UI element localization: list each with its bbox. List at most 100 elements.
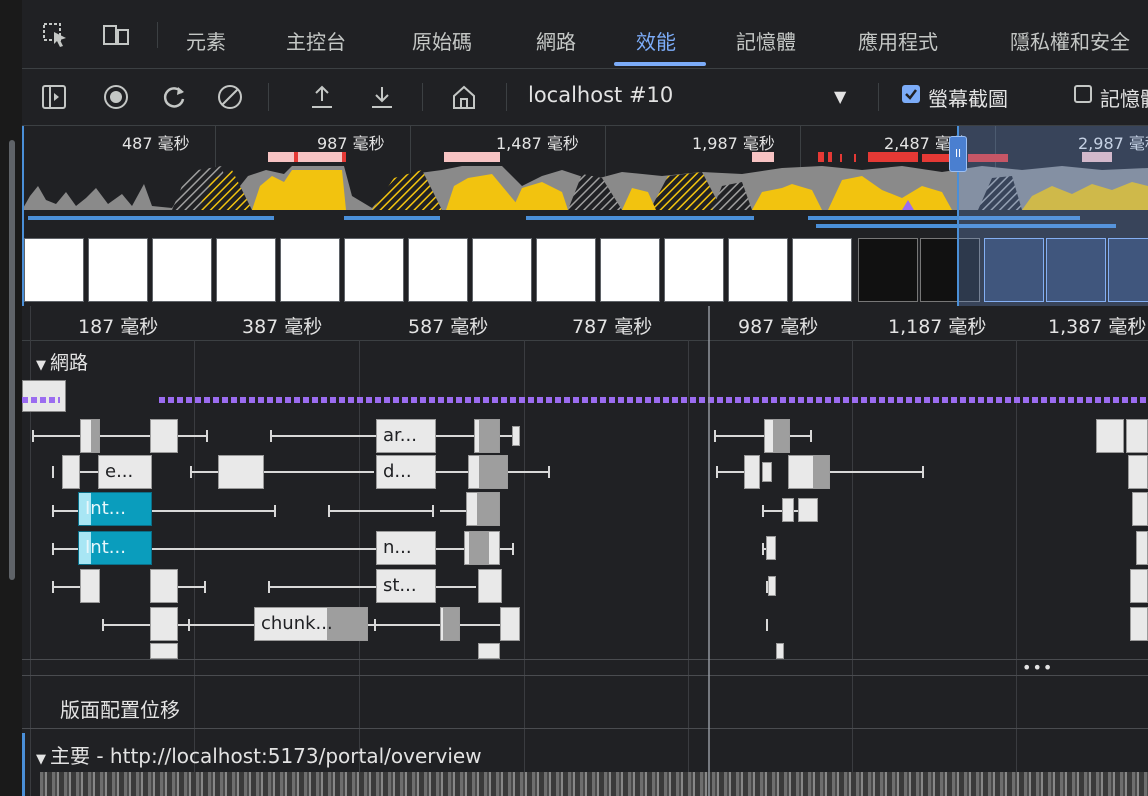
main-thread-flame-chart[interactable] (40, 772, 1148, 796)
tab-performance[interactable]: 效能 (636, 26, 676, 55)
network-request-bar[interactable] (159, 397, 1148, 403)
tab-network[interactable]: 網路 (536, 26, 576, 55)
network-request[interactable] (466, 492, 500, 526)
network-request[interactable] (464, 531, 500, 565)
tab-console[interactable]: 主控台 (286, 26, 346, 55)
network-request[interactable] (1130, 569, 1148, 603)
track-divider (22, 728, 1148, 729)
network-request[interactable] (478, 569, 502, 603)
screenshot-thumbnail[interactable] (24, 238, 84, 302)
selection-handle[interactable]: ll (949, 136, 967, 172)
memory-checkbox[interactable] (1074, 85, 1092, 103)
chevron-down-icon[interactable]: ▼ (834, 87, 846, 106)
network-request[interactable]: Int... (78, 492, 152, 526)
reload-record-icon[interactable] (160, 83, 188, 111)
network-request[interactable] (762, 462, 772, 482)
layout-shift-track-title[interactable]: 版面配置位移 (60, 694, 180, 723)
network-request[interactable] (150, 419, 178, 453)
network-request[interactable]: e... (98, 455, 152, 489)
network-request[interactable]: d... (376, 455, 436, 489)
track-resize-handle[interactable] (22, 659, 1148, 660)
recording-target-select[interactable]: localhost #10 (528, 83, 673, 107)
network-request[interactable] (766, 536, 776, 560)
network-request[interactable] (80, 419, 100, 453)
selection-handle-left[interactable] (22, 126, 24, 306)
upload-profile-icon[interactable] (308, 83, 336, 111)
screenshots-checkbox[interactable] (902, 85, 920, 103)
network-request[interactable] (468, 455, 508, 489)
network-request[interactable] (1130, 607, 1148, 641)
timeline-cursor (708, 306, 710, 796)
inspect-element-icon[interactable] (42, 22, 70, 48)
network-request[interactable]: ar... (376, 419, 436, 453)
vertical-scrollbar[interactable] (9, 140, 15, 580)
tab-sources[interactable]: 原始碼 (412, 26, 472, 55)
screenshot-thumbnail[interactable] (536, 238, 596, 302)
network-request[interactable] (798, 498, 818, 522)
screenshot-thumbnail[interactable] (152, 238, 212, 302)
tab-application[interactable]: 應用程式 (858, 26, 938, 55)
sidebar-toggle-icon[interactable] (40, 83, 68, 111)
clear-icon[interactable] (216, 83, 244, 111)
tab-memory[interactable]: 記憶體 (736, 26, 796, 55)
screenshot-thumbnail[interactable] (472, 238, 532, 302)
screenshot-thumbnail[interactable] (408, 238, 468, 302)
track-divider (22, 675, 1148, 676)
network-request[interactable]: st... (376, 569, 436, 603)
network-request[interactable] (150, 569, 178, 603)
time-ruler: 187 毫秒 387 毫秒 587 毫秒 787 毫秒 987 毫秒 1,187… (22, 306, 1148, 341)
network-request[interactable] (500, 607, 520, 641)
network-request[interactable] (1132, 492, 1148, 526)
request-label: Int... (85, 498, 126, 519)
network-request[interactable]: chunk... (254, 607, 368, 641)
network-request[interactable] (512, 426, 520, 446)
network-request[interactable] (62, 455, 80, 489)
ruler-tick: 587 毫秒 (408, 316, 489, 338)
network-request[interactable] (478, 643, 500, 659)
network-request[interactable] (768, 576, 776, 596)
network-request[interactable] (764, 419, 790, 453)
home-icon[interactable] (450, 83, 478, 111)
network-request[interactable] (150, 607, 178, 641)
tab-elements[interactable]: 元素 (186, 26, 226, 55)
network-request[interactable] (440, 607, 460, 641)
tab-privacy-security[interactable]: 隱私權和安全 (1010, 26, 1130, 55)
screenshot-thumbnail[interactable] (664, 238, 724, 302)
network-request[interactable] (218, 455, 264, 489)
network-request[interactable] (782, 498, 794, 522)
screenshot-thumbnail[interactable] (280, 238, 340, 302)
selection-window[interactable] (957, 126, 1148, 306)
screenshot-thumbnail[interactable] (88, 238, 148, 302)
screenshot-thumbnail[interactable] (858, 238, 918, 302)
network-track-header[interactable]: ▼ 網路 (36, 348, 88, 375)
network-track-title: 網路 (50, 352, 89, 374)
network-request[interactable] (1128, 455, 1148, 489)
network-request[interactable] (80, 569, 100, 603)
network-request[interactable] (22, 380, 66, 412)
timeline-overview[interactable]: 487 毫秒 987 毫秒 1,487 毫秒 1,987 毫秒 2,487 毫秒… (22, 126, 1148, 306)
main-thread-track-header[interactable]: ▼ 主要 - http://localhost:5173/portal/overv… (36, 740, 482, 769)
screenshot-thumbnail[interactable] (600, 238, 660, 302)
network-request[interactable] (1096, 419, 1124, 453)
network-request[interactable]: n... (376, 531, 436, 565)
screenshot-thumbnail[interactable] (728, 238, 788, 302)
network-request[interactable] (744, 455, 760, 489)
network-request[interactable] (776, 643, 784, 659)
download-profile-icon[interactable] (368, 83, 396, 111)
ruler-tick: 1,387 毫秒 (1048, 316, 1147, 338)
screenshot-thumbnail[interactable] (216, 238, 276, 302)
request-label: ar... (383, 425, 417, 446)
network-request[interactable] (1136, 531, 1148, 565)
ruler-tick: 987 毫秒 (738, 316, 819, 338)
ruler-tick: 387 毫秒 (242, 316, 323, 338)
network-request[interactable] (150, 643, 178, 659)
screenshot-thumbnail[interactable] (344, 238, 404, 302)
record-icon[interactable] (102, 83, 130, 111)
network-request[interactable] (788, 455, 830, 489)
network-request[interactable]: Int... (78, 531, 152, 565)
device-toolbar-icon[interactable] (102, 22, 130, 48)
network-request-bar[interactable] (22, 397, 60, 403)
network-request[interactable] (1126, 419, 1148, 453)
network-request[interactable] (474, 419, 500, 453)
screenshot-thumbnail[interactable] (792, 238, 852, 302)
